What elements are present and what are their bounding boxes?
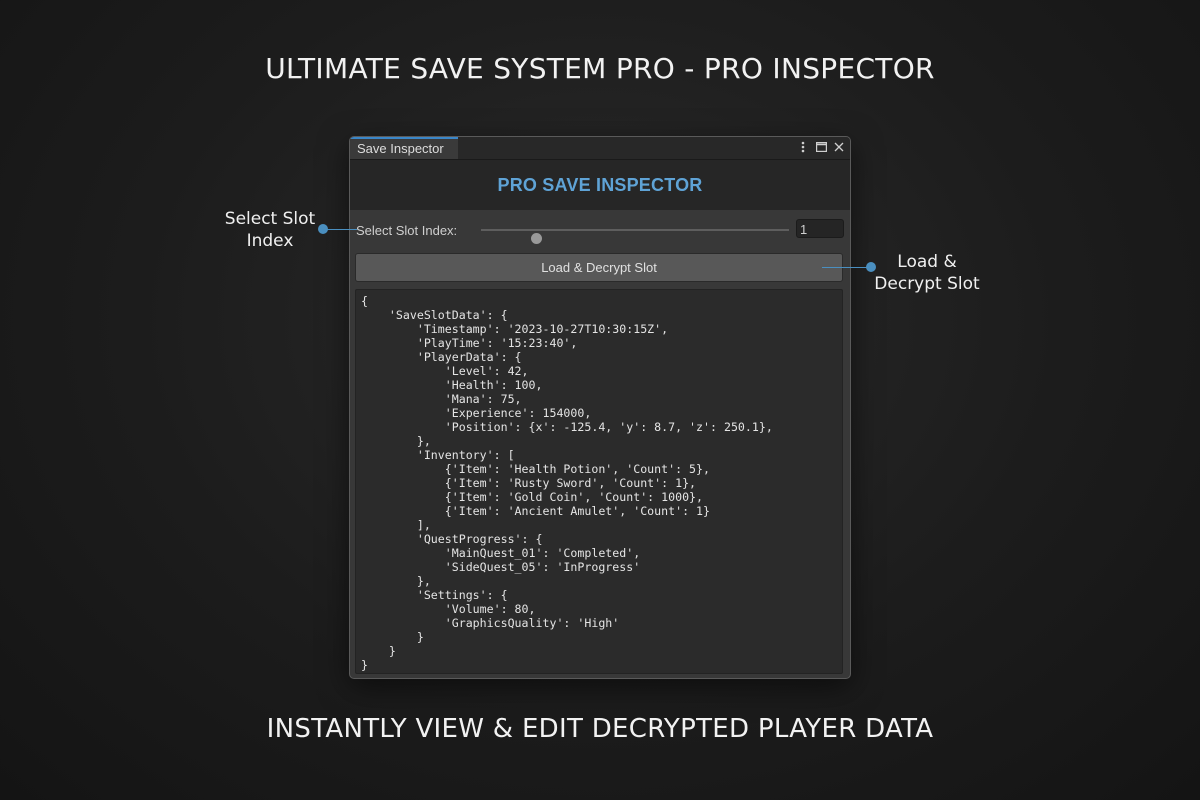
- callout-line-left: [323, 229, 357, 230]
- more-options-icon[interactable]: [796, 139, 810, 155]
- maximize-icon[interactable]: [814, 139, 828, 155]
- callout-line-right: [822, 267, 871, 268]
- code-line: 'Inventory': [: [361, 448, 515, 462]
- slot-index-field[interactable]: 1: [796, 219, 844, 238]
- code-line: 'MainQuest_01': 'Completed',: [361, 546, 641, 560]
- code-line: 'PlayTime': '15:23:40',: [361, 336, 578, 350]
- code-line: 'Settings': {: [361, 588, 508, 602]
- code-line: },: [361, 434, 431, 448]
- code-line: 'Health': 100,: [361, 378, 543, 392]
- callout-select-slot: Select Slot Index: [224, 209, 316, 251]
- slider-thumb[interactable]: [531, 233, 543, 244]
- code-line: 'Experience': 154000,: [361, 406, 592, 420]
- window-tab-bar: Save Inspector: [350, 137, 850, 160]
- close-icon[interactable]: [832, 139, 846, 155]
- code-line: ],: [361, 518, 431, 532]
- code-line: 'Volume': 80,: [361, 602, 536, 616]
- code-line: }: [361, 644, 396, 658]
- code-line: 'PlayerData': {: [361, 350, 522, 364]
- code-line: {'Item': 'Health Potion', 'Count': 5},: [361, 462, 711, 476]
- page-headline: ULTIMATE SAVE SYSTEM PRO - PRO INSPECTOR: [265, 52, 935, 85]
- code-line: 'QuestProgress': {: [361, 532, 543, 546]
- slot-index-slider[interactable]: [481, 229, 789, 244]
- callout-load-decrypt: Load & Decrypt Slot: [874, 252, 980, 294]
- code-line: 'GraphicsQuality': 'High': [361, 616, 620, 630]
- inspector-title: PRO SAVE INSPECTOR: [497, 175, 703, 195]
- slot-index-row: Select Slot Index: 1: [350, 219, 850, 244]
- slot-index-label: Select Slot Index:: [356, 223, 458, 238]
- code-line: {'Item': 'Ancient Amulet', 'Count': 1}: [361, 504, 711, 518]
- code-line: 'Mana': 75,: [361, 392, 522, 406]
- callout-dot-right: [866, 262, 876, 272]
- code-line: },: [361, 574, 431, 588]
- tab-save-inspector[interactable]: Save Inspector: [350, 137, 458, 159]
- load-decrypt-button[interactable]: Load & Decrypt Slot: [355, 253, 843, 282]
- code-line: 'Position': {x': -125.4, 'y': 8.7, 'z': …: [361, 420, 773, 434]
- window-controls: [796, 139, 846, 155]
- code-line: {'Item': 'Rusty Sword', 'Count': 1},: [361, 476, 697, 490]
- code-line: 'SaveSlotData': {: [361, 308, 508, 322]
- code-line: }: [361, 658, 368, 672]
- page-footer-tagline: INSTANTLY VIEW & EDIT DECRYPTED PLAYER D…: [266, 714, 934, 744]
- code-line: 'Level': 42,: [361, 364, 529, 378]
- save-inspector-window: Save Inspector PRO SAVE INSPECTOR Select…: [349, 136, 851, 679]
- code-line: {: [361, 294, 368, 308]
- code-line: }: [361, 630, 424, 644]
- save-data-viewer[interactable]: { 'SaveSlotData': { 'Timestamp': '2023-1…: [355, 289, 843, 674]
- code-line: 'Timestamp': '2023-10-27T10:30:15Z',: [361, 322, 669, 336]
- code-line: {'Item': 'Gold Coin', 'Count': 1000},: [361, 490, 704, 504]
- code-line: 'SideQuest_05': 'InProgress': [361, 560, 641, 574]
